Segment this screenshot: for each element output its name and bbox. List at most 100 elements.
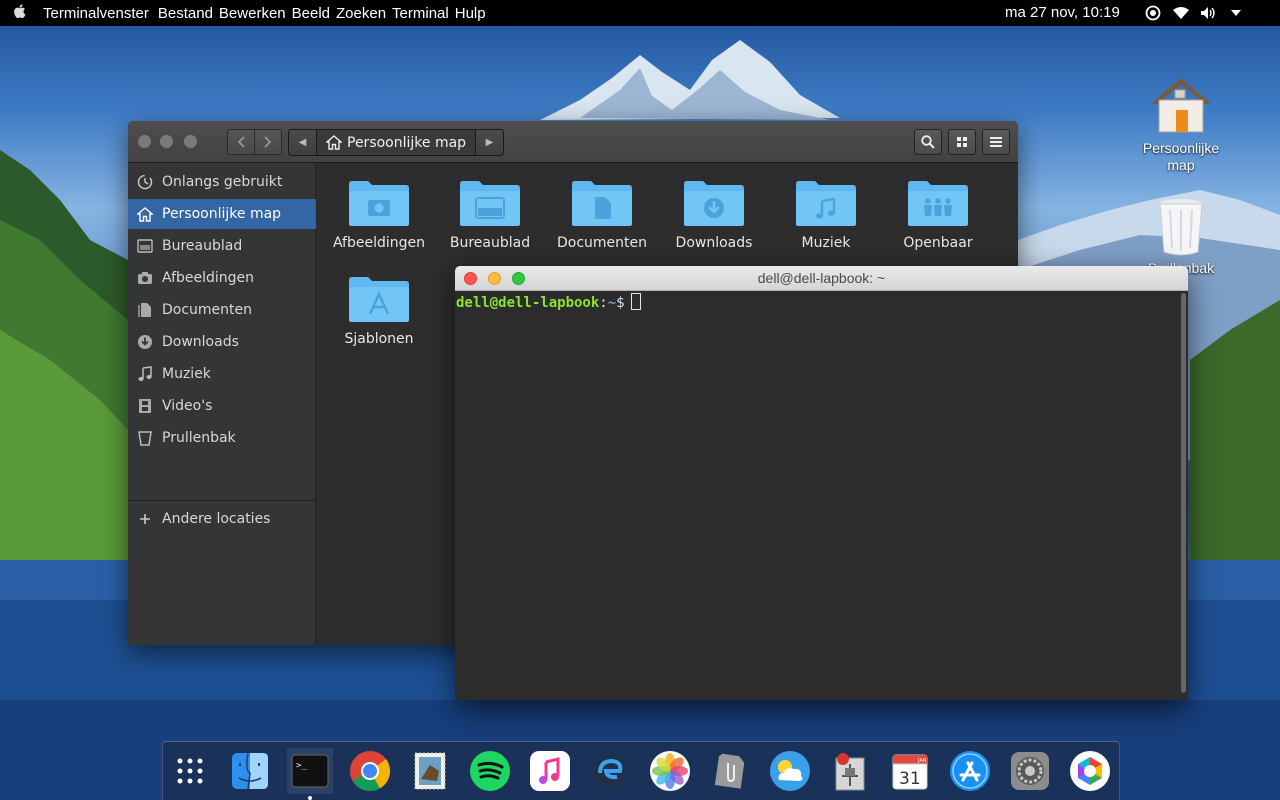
desktop-icon-trash[interactable]: Prullenbak	[1133, 196, 1229, 277]
folder-label: Downloads	[675, 235, 753, 251]
terminal-scrollbar[interactable]	[1181, 293, 1186, 693]
dock-camera-app[interactable]	[1067, 748, 1113, 794]
search-button[interactable]	[914, 129, 942, 155]
dock-finder[interactable]	[227, 748, 273, 794]
window-minimize-button[interactable]	[160, 135, 173, 148]
menu-button[interactable]	[982, 129, 1010, 155]
desktop-icon-label: Persoonlijke map	[1142, 140, 1220, 173]
menu-app-name[interactable]: Terminalvenster	[40, 5, 155, 22]
trash-can-icon	[1159, 199, 1203, 256]
spotify-icon	[470, 751, 510, 791]
volume-icon[interactable]	[1198, 3, 1218, 23]
dock-app-grid[interactable]	[167, 748, 213, 794]
dock-weather[interactable]	[767, 748, 813, 794]
dock-chrome[interactable]	[347, 748, 393, 794]
menu-terminal[interactable]: Terminal	[389, 5, 452, 22]
dock-itunes[interactable]	[527, 748, 573, 794]
download-icon	[684, 181, 744, 226]
folder-label: Muziek	[801, 235, 851, 251]
menu-hulp[interactable]: Hulp	[452, 5, 489, 22]
weather-icon	[770, 751, 810, 791]
forward-button[interactable]	[254, 129, 282, 155]
sidebar-item-downloads[interactable]: Downloads	[128, 327, 316, 357]
sidebar-item-music[interactable]: Muziek	[128, 359, 316, 389]
clock[interactable]: ma 27 nov, 10:19	[1005, 4, 1120, 21]
terminal-output[interactable]: dell@dell-lapbook:~$	[455, 291, 1180, 700]
calendar-icon: JAN 31	[892, 754, 928, 790]
mail-stamp-icon	[414, 752, 446, 790]
terminal-maximize-button[interactable]	[512, 272, 525, 285]
desktop-icon	[128, 239, 162, 253]
dock-system-monitor[interactable]	[827, 748, 873, 794]
folder-afbeeldingen[interactable]: Afbeeldingen	[323, 179, 435, 275]
sidebar-item-recent[interactable]: Onlangs gebruikt	[128, 167, 316, 197]
folder-bureaublad[interactable]: Bureaublad	[434, 179, 546, 275]
app-store-icon	[950, 751, 990, 791]
folder-documenten[interactable]: Documenten	[546, 179, 658, 275]
desktop-icon-home[interactable]: Persoonlijke map	[1133, 74, 1229, 174]
breadcrumb-current[interactable]: Persoonlijke map	[316, 130, 476, 155]
sidebar-item-pictures[interactable]: Afbeeldingen	[128, 263, 316, 293]
prompt-user: dell@dell-lapbook	[456, 295, 600, 311]
dock-calendar[interactable]: JAN 31	[887, 748, 933, 794]
menu-beeld[interactable]: Beeld	[289, 5, 333, 22]
search-icon	[921, 135, 935, 149]
sidebar-item-videos[interactable]: Video's	[128, 391, 316, 421]
view-grid-button[interactable]	[948, 129, 976, 155]
dock-settings[interactable]	[1007, 748, 1053, 794]
folder-sjablonen[interactable]: Sjablonen	[323, 275, 435, 371]
terminal-close-button[interactable]	[464, 272, 477, 285]
sidebar-item-home[interactable]: Persoonlijke map	[128, 199, 316, 229]
folder-label: Openbaar	[903, 235, 973, 251]
apple-logo-icon[interactable]	[0, 3, 40, 23]
terminal-window: dell@dell-lapbook: ~ dell@dell-lapbook:~…	[455, 266, 1188, 700]
film-icon	[128, 398, 162, 414]
back-button[interactable]	[227, 129, 255, 155]
breadcrumb-right-arrow[interactable]: ▶	[476, 130, 503, 155]
menu-bewerken[interactable]: Bewerken	[216, 5, 289, 22]
accessibility-icon[interactable]	[1143, 3, 1163, 23]
camera-icon	[349, 181, 409, 226]
photos-icon	[650, 751, 690, 791]
sidebar-item-trash[interactable]: Prullenbak	[128, 423, 316, 453]
dock-paperclip[interactable]	[707, 748, 753, 794]
breadcrumb-left-arrow[interactable]: ◀	[289, 130, 316, 155]
menu-zoeken[interactable]: Zoeken	[333, 5, 389, 22]
music-icon	[796, 181, 856, 226]
download-icon	[128, 334, 162, 350]
dock-terminal[interactable]: >_	[287, 748, 333, 800]
settings-icon	[1011, 752, 1049, 790]
window-maximize-button[interactable]	[184, 135, 197, 148]
itunes-icon	[530, 751, 570, 791]
sidebar-item-documents[interactable]: Documenten	[128, 295, 316, 325]
dock-mail[interactable]	[407, 748, 453, 794]
home-folder-icon	[1151, 78, 1211, 133]
dock-browser[interactable]	[587, 748, 633, 794]
trash-icon	[128, 430, 162, 446]
home-icon	[128, 206, 162, 222]
calendar-day-text: 31	[899, 769, 921, 789]
terminal-icon: >_	[291, 754, 329, 788]
desktop-icon	[460, 181, 520, 226]
terminal-minimize-button[interactable]	[488, 272, 501, 285]
window-close-button[interactable]	[138, 135, 151, 148]
top-menu-bar: Terminalvenster Bestand Bewerken Beeld Z…	[0, 0, 1280, 26]
sidebar-item-label: Bureaublad	[162, 238, 243, 254]
power-icon[interactable]	[1226, 3, 1246, 23]
file-manager-header: ◀ Persoonlijke map ▶	[128, 121, 1018, 163]
wifi-icon[interactable]	[1171, 3, 1191, 23]
sidebar-item-desktop[interactable]: Bureaublad	[128, 231, 316, 261]
prompt-symbol: $	[616, 295, 625, 311]
dock-photos[interactable]	[647, 748, 693, 794]
sidebar-item-other-locations[interactable]: Andere locaties	[128, 504, 316, 534]
dock-spotify[interactable]	[467, 748, 513, 794]
folder-muziek[interactable]: Muziek	[770, 179, 882, 275]
dock-app-store[interactable]	[947, 748, 993, 794]
folder-openbaar[interactable]: Openbaar	[882, 179, 994, 275]
running-indicator	[308, 796, 312, 800]
folder-label: Sjablonen	[344, 331, 414, 347]
menu-bestand[interactable]: Bestand	[155, 5, 216, 22]
calendar-month-text: JAN	[917, 758, 927, 764]
folder-downloads[interactable]: Downloads	[658, 179, 770, 275]
home-icon	[326, 135, 342, 150]
